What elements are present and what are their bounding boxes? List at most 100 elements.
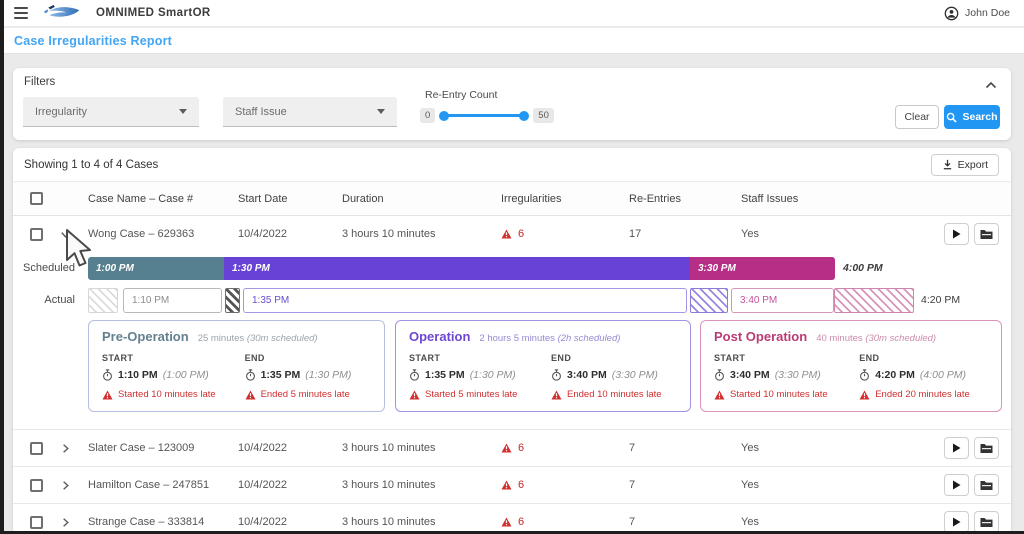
slider-track[interactable] [439, 110, 530, 121]
case-staff-issues: Yes [741, 442, 759, 454]
play-icon [953, 480, 961, 490]
case-duration: 3 hours 10 minutes [342, 516, 436, 528]
menu-icon[interactable] [14, 7, 28, 19]
case-start-date: 10/4/2022 [238, 479, 287, 491]
actual-gap-hatch-purple [690, 288, 728, 313]
phase-title: Post Operation [714, 329, 808, 344]
chevron-right-icon[interactable] [59, 516, 88, 529]
play-button[interactable] [944, 223, 969, 245]
column-irregularities[interactable]: Irregularities [501, 193, 629, 205]
collapse-filters-icon[interactable] [985, 76, 997, 94]
folder-button[interactable] [974, 474, 999, 496]
case-reentries: 7 [629, 442, 636, 454]
user-avatar-icon[interactable] [944, 6, 959, 21]
play-icon [953, 517, 961, 527]
irregularity-select[interactable]: Irregularity [23, 97, 199, 127]
row-checkbox[interactable] [30, 441, 43, 455]
actual-box-operation: 1:35 PM [243, 288, 687, 313]
case-irregularities: 6 [518, 516, 525, 528]
results-table: Showing 1 to 4 of 4 Cases Export Case Na… [13, 148, 1011, 534]
start-time: 1:10 PM [118, 369, 158, 381]
start-label: START [714, 353, 746, 363]
case-irregularities: 6 [518, 479, 525, 491]
case-name: Slater Case – 123009 [88, 442, 195, 454]
warning-icon [714, 389, 725, 400]
staff-issue-select-label: Staff Issue [235, 105, 287, 118]
page-title: Case Irregularities Report [14, 33, 173, 48]
play-button[interactable] [944, 474, 969, 496]
table-row: Hamilton Case – 247851 10/4/2022 3 hours… [13, 466, 1011, 503]
stopwatch-icon [410, 369, 419, 381]
scheduled-bar-postop: 3:30 PM [690, 257, 835, 280]
export-button-label: Export [957, 158, 988, 171]
end-warning: Ended 20 minutes late [875, 389, 970, 400]
row-checkbox[interactable] [30, 227, 43, 241]
download-icon [943, 159, 951, 170]
scheduled-label: Scheduled [23, 262, 75, 274]
user-name[interactable]: John Doe [965, 7, 1010, 19]
case-irregularities: 6 [518, 442, 525, 454]
stopwatch-icon [552, 369, 561, 381]
folder-button[interactable] [974, 437, 999, 459]
case-duration: 3 hours 10 minutes [342, 479, 436, 491]
warning-icon [859, 389, 870, 400]
stopwatch-icon [860, 369, 870, 381]
end-time: 4:20 PM [875, 369, 915, 381]
case-reentries: 7 [629, 479, 636, 491]
column-reentries[interactable]: Re-Entries [629, 193, 741, 205]
phase-card-pre-operation: Pre-Operation 25 minutes (30m scheduled)… [88, 320, 385, 412]
column-start-date[interactable]: Start Date [238, 193, 342, 205]
play-icon [953, 229, 961, 239]
case-staff-issues: Yes [741, 479, 759, 491]
export-button[interactable]: Export [930, 153, 999, 176]
warning-icon [501, 480, 512, 490]
caret-down-icon [179, 109, 187, 114]
warning-icon [245, 389, 256, 400]
phase-duration: 2 hours 5 minutes [479, 333, 555, 344]
case-duration: 3 hours 10 minutes [342, 442, 436, 454]
slider-handle-min[interactable] [439, 110, 450, 121]
stopwatch-icon [103, 369, 112, 381]
select-all-checkbox[interactable] [30, 192, 43, 205]
clear-button[interactable]: Clear [895, 105, 939, 129]
slider-min-value: 0 [420, 108, 436, 123]
play-button[interactable] [944, 511, 969, 533]
search-icon [947, 112, 958, 123]
chevron-down-icon[interactable] [59, 228, 88, 241]
app-window: OMNIMED SmartOR John Doe Case Irregulari… [0, 0, 1024, 534]
warning-icon [501, 229, 512, 239]
folder-button[interactable] [974, 223, 999, 245]
stopwatch-icon [245, 369, 255, 381]
start-time: 3:40 PM [730, 369, 770, 381]
folder-icon [980, 517, 993, 527]
caret-down-icon [377, 109, 385, 114]
slider-handle-max[interactable] [519, 110, 530, 121]
end-label: END [551, 353, 572, 363]
folder-button[interactable] [974, 511, 999, 533]
end-scheduled-time: (3:30 PM) [611, 369, 658, 381]
play-button[interactable] [944, 437, 969, 459]
top-app-bar: OMNIMED SmartOR John Doe [0, 0, 1024, 27]
case-name: Wong Case – 629363 [88, 228, 195, 240]
actual-gap-hatch-dark [225, 288, 240, 313]
start-warning: Started 5 minutes late [425, 389, 518, 400]
column-staff-issues[interactable]: Staff Issues [741, 193, 907, 205]
reentry-count-slider: 0 50 [420, 108, 554, 123]
end-scheduled-time: (4:00 PM) [919, 369, 967, 381]
search-button[interactable]: Search [944, 105, 1000, 129]
column-case-name[interactable]: Case Name – Case # [88, 193, 238, 205]
start-label: START [409, 353, 441, 363]
results-summary: Showing 1 to 4 of 4 Cases [24, 158, 159, 171]
chevron-right-icon[interactable] [59, 479, 88, 492]
row-checkbox[interactable] [30, 515, 43, 529]
end-label: END [244, 353, 265, 363]
phase-scheduled-note: (30m scheduled) [246, 333, 318, 344]
case-irregularities: 6 [518, 228, 525, 240]
column-duration[interactable]: Duration [342, 193, 501, 205]
row-checkbox[interactable] [30, 478, 43, 492]
staff-issue-select[interactable]: Staff Issue [223, 97, 397, 127]
phase-scheduled-note: (30m scheduled) [865, 333, 937, 344]
chevron-right-icon[interactable] [59, 442, 88, 455]
actual-gap-hatch [88, 288, 118, 313]
start-scheduled-time: (1:30 PM) [469, 369, 516, 381]
